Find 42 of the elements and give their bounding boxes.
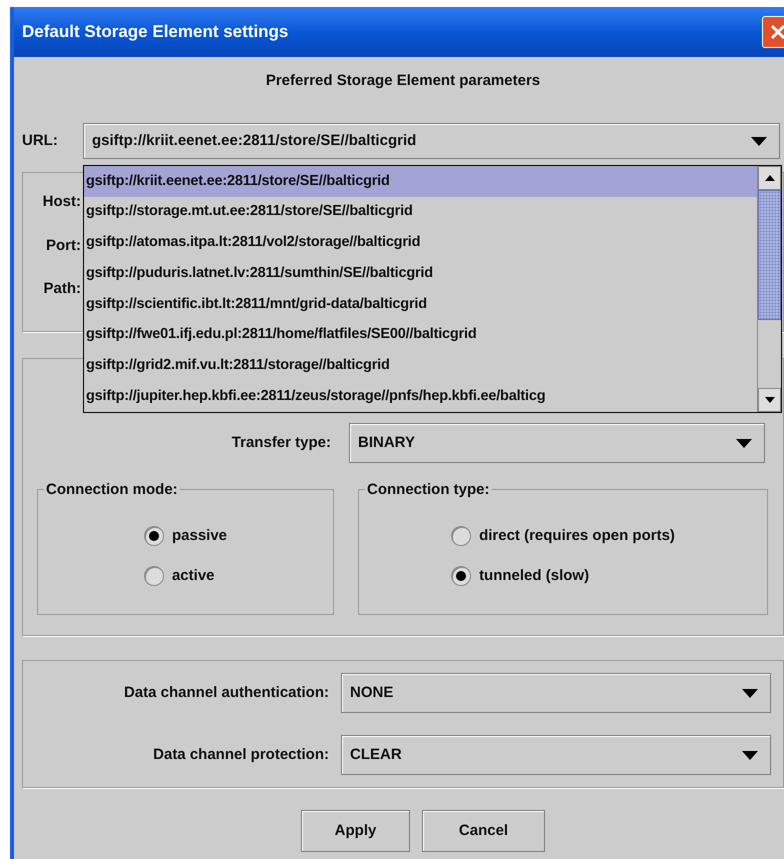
radio-label: passive: [172, 526, 228, 546]
scroll-thumb[interactable]: [758, 190, 781, 320]
radio-button[interactable]: [451, 566, 472, 586]
radio-button[interactable]: [144, 566, 164, 586]
url-option[interactable]: gsiftp://fwe01.ifj.edu.pl:2811/home/flatfiles/SE00//balticgrid: [84, 320, 757, 350]
radio-label: tunneled (slow): [479, 566, 590, 586]
transfer-type-dropdown[interactable]: BINARY: [349, 423, 765, 463]
url-option[interactable]: gsiftp://storage.mt.ut.ee:2811/store/SE//balticgrid: [84, 196, 757, 228]
caret-icon: [742, 688, 758, 698]
field-label: Port:: [45, 236, 81, 256]
scrollbar[interactable]: [757, 166, 781, 412]
radio-label: direct (requires open ports): [479, 526, 675, 546]
option-dropdown[interactable]: CLEAR: [341, 735, 771, 775]
field-label: Host:: [42, 192, 81, 212]
field-label: Data channel protection:: [152, 744, 330, 765]
scroll-down-button[interactable]: [758, 388, 781, 412]
section-heading: Preferred Storage Element parameters: [266, 70, 540, 91]
url-option[interactable]: gsiftp://grid2.mif.vu.lt:2811/storage//balticgrid: [84, 350, 757, 382]
field-label: Data channel authentication:: [122, 682, 330, 703]
radio-label: active: [172, 566, 215, 586]
url-label: URL:: [22, 130, 59, 151]
down-arrow-icon: [764, 397, 774, 403]
scroll-up-button[interactable]: [758, 166, 781, 190]
radio-button[interactable]: [144, 526, 164, 546]
caret-icon: [736, 438, 752, 448]
transfer-type-label: Transfer type:: [230, 432, 332, 453]
up-arrow-icon: [764, 175, 774, 181]
caret-icon: [742, 750, 758, 760]
url-option[interactable]: gsiftp://atomas.itpa.lt:2811/vol2/storage//balticgrid: [84, 228, 757, 258]
option-dropdown[interactable]: NONE: [341, 673, 771, 713]
close-icon: [770, 24, 784, 40]
radio-button[interactable]: [451, 526, 472, 546]
field-label: Path:: [42, 279, 81, 299]
dialog-button[interactable]: Cancel: [422, 810, 545, 852]
url-option[interactable]: gsiftp://kriit.eenet.ee:2811/store/SE//balticgrid: [84, 166, 757, 197]
url-option[interactable]: gsiftp://jupiter.hep.kbfi.ee:2811/zeus/storage//pnfs/hep.kbfi.ee/balticg: [84, 381, 757, 412]
dialog-button[interactable]: Apply: [301, 810, 410, 852]
url-option[interactable]: gsiftp://scientific.ibt.lt:2811/mnt/grid-data/balticgrid: [84, 289, 757, 320]
url-dropdown[interactable]: gsiftp://kriit.eenet.ee:2811/store/SE//balticgrid: [83, 123, 780, 159]
window-title: Default Storage Element settings: [22, 21, 288, 44]
caret-icon: [751, 136, 767, 146]
url-option[interactable]: gsiftp://puduris.latnet.lv:2811/sumthin/SE//balticgrid: [84, 258, 757, 289]
